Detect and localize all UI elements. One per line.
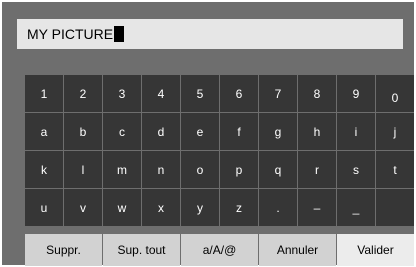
key[interactable]: h: [298, 113, 336, 150]
key[interactable]: i: [337, 113, 375, 150]
key[interactable]: 7: [259, 75, 297, 112]
key[interactable]: r: [298, 151, 336, 188]
key[interactable]: u: [25, 189, 63, 226]
key[interactable]: z: [220, 189, 258, 226]
key[interactable]: s: [337, 151, 375, 188]
validate-button[interactable]: Valider: [337, 234, 414, 266]
key[interactable]: l: [64, 151, 102, 188]
key[interactable]: –: [298, 189, 336, 226]
key[interactable]: m: [103, 151, 141, 188]
cancel-button[interactable]: Annuler: [259, 234, 336, 266]
key[interactable]: 3: [103, 75, 141, 112]
delete-button[interactable]: Suppr.: [25, 234, 102, 266]
text-input-field[interactable]: MY PICTURE: [17, 19, 403, 49]
keyboard-panel: MY PICTURE 1234567890 abcdefghij klmnopqrs…: [0, 0, 416, 267]
key[interactable]: 8: [298, 75, 336, 112]
key[interactable]: b: [64, 113, 102, 150]
key[interactable]: q: [259, 151, 297, 188]
delete-all-button[interactable]: Sup. tout: [103, 234, 180, 266]
key[interactable]: x: [142, 189, 180, 226]
key[interactable]: d: [142, 113, 180, 150]
text-cursor: [114, 26, 125, 42]
key[interactable]: 6: [220, 75, 258, 112]
key[interactable]: j: [376, 113, 414, 150]
key[interactable]: 4: [142, 75, 180, 112]
action-bar: Suppr. Sup. tout a/A/@ Annuler Valider: [25, 234, 414, 266]
key[interactable]: w: [103, 189, 141, 226]
key[interactable]: e: [181, 113, 219, 150]
key[interactable]: _: [337, 189, 375, 226]
key-blank[interactable]: [376, 189, 414, 226]
key[interactable]: v: [64, 189, 102, 226]
case-toggle-button[interactable]: a/A/@: [181, 234, 258, 266]
key[interactable]: .: [259, 189, 297, 226]
key[interactable]: n: [142, 151, 180, 188]
key[interactable]: 0: [376, 75, 414, 112]
key[interactable]: t: [376, 151, 414, 188]
key[interactable]: k: [25, 151, 63, 188]
key[interactable]: 2: [64, 75, 102, 112]
key[interactable]: f: [220, 113, 258, 150]
character-keyboard: 1 2 3 4 5 6 7 8 9 0 a b c d e f g h i j k l m n o p q r s t u v w x y z. – _: [25, 75, 414, 226]
key[interactable]: a: [25, 113, 63, 150]
key[interactable]: g: [259, 113, 297, 150]
key[interactable]: 9: [337, 75, 375, 112]
key[interactable]: p: [220, 151, 258, 188]
key[interactable]: y: [181, 189, 219, 226]
key[interactable]: 5: [181, 75, 219, 112]
key[interactable]: 1: [25, 75, 63, 112]
input-text: MY PICTURE: [27, 26, 114, 42]
key[interactable]: c: [103, 113, 141, 150]
key[interactable]: o: [181, 151, 219, 188]
